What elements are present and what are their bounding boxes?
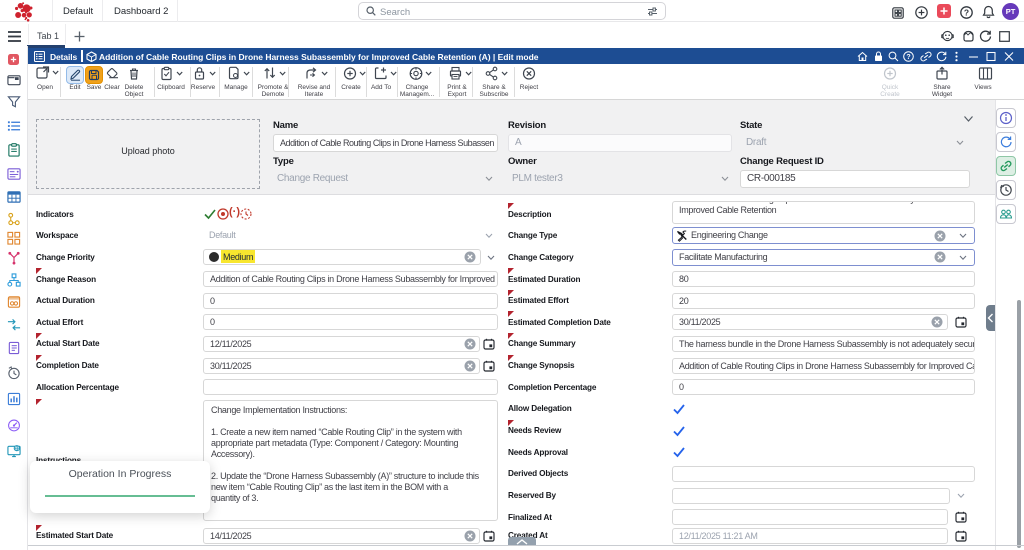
- svg-text:?: ?: [906, 54, 910, 61]
- svg-text:?: ?: [964, 7, 969, 17]
